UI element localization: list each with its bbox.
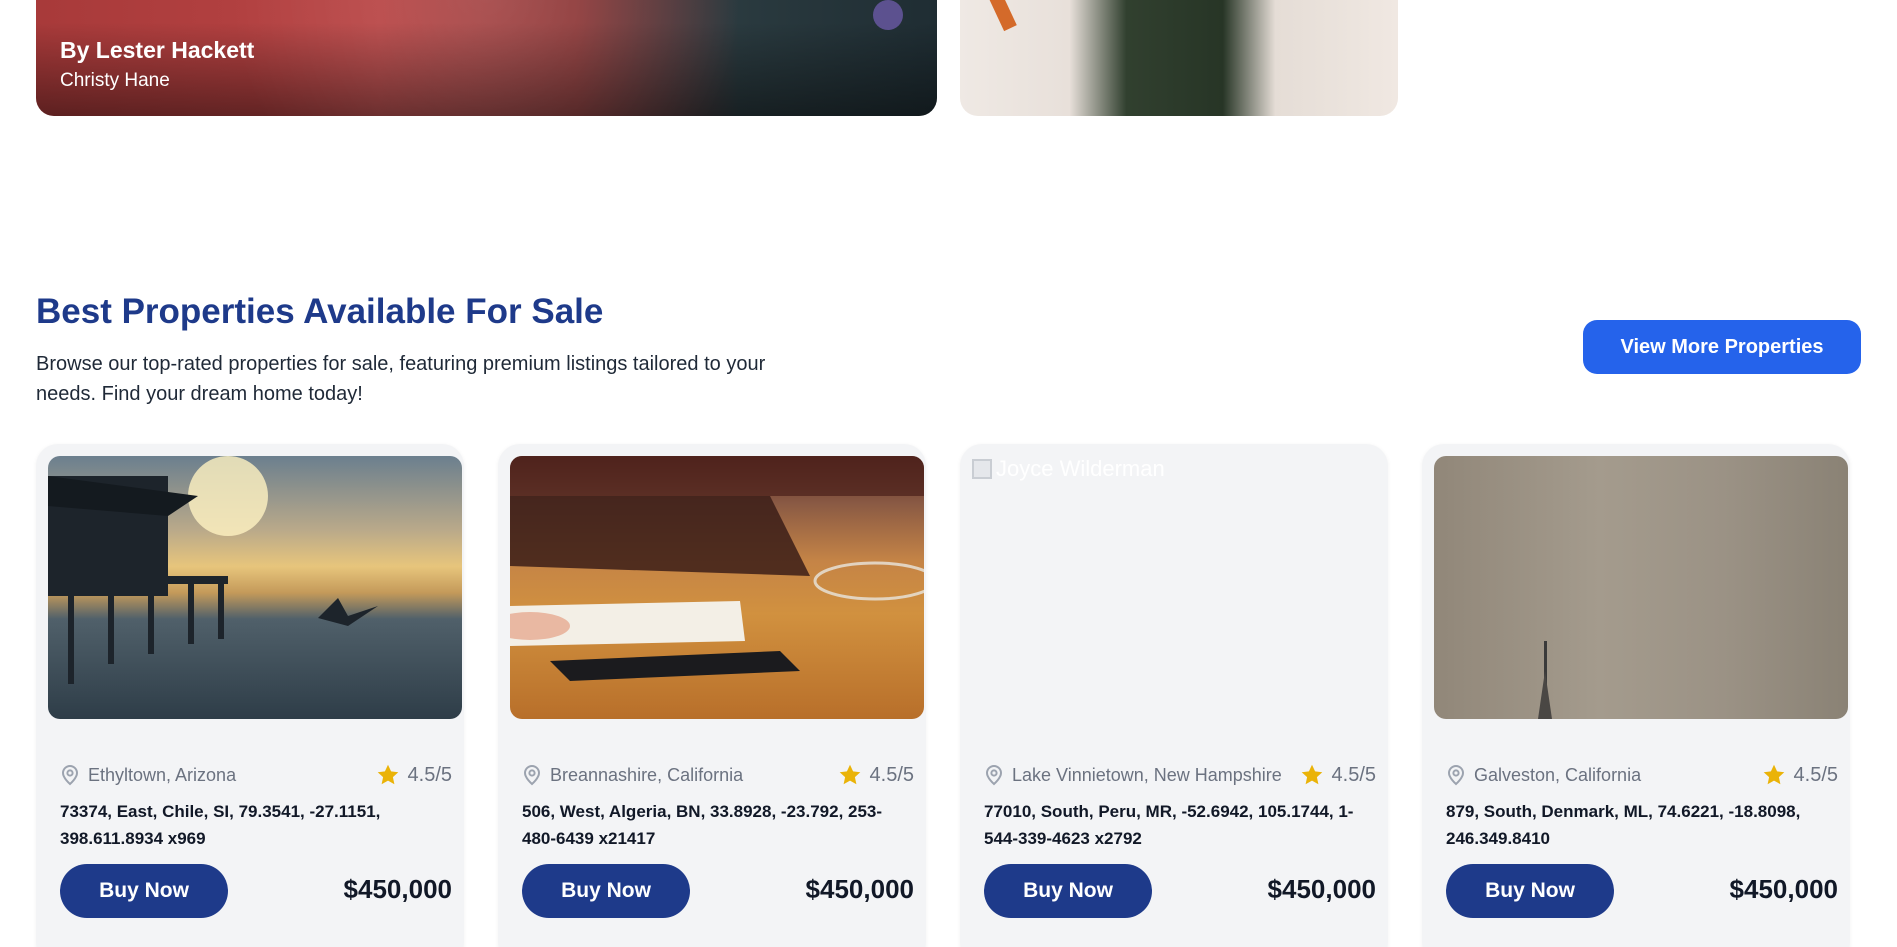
property-address: 879, South, Denmark, ML, 74.6221, -18.80…: [1446, 802, 1801, 848]
property-rating: 4.5/5: [838, 763, 914, 787]
property-location: Ethyltown, Arizona: [60, 764, 236, 786]
foggy-tower-illustration: [1538, 641, 1552, 719]
buy-now-button[interactable]: Buy Now: [1446, 864, 1614, 918]
property-meta: Ethyltown, Arizona 4.5/5: [60, 760, 452, 790]
property-rating-text: 4.5/5: [407, 763, 452, 786]
star-icon: [1301, 764, 1322, 785]
property-card: Galveston, California 4.5/5 879, South, …: [1422, 444, 1850, 947]
property-rating-text: 4.5/5: [1793, 763, 1838, 786]
map-pin-icon: [523, 764, 541, 786]
property-price: $450,000: [1267, 874, 1376, 904]
star-icon: [1763, 764, 1784, 785]
buy-now-button[interactable]: Buy Now: [60, 864, 228, 918]
property-address: 73374, East, Chile, SI, 79.3541, -27.115…: [60, 802, 381, 848]
property-meta: Lake Vinnietown, New Hampshire 4.5/5: [984, 760, 1376, 790]
map-pin-icon: [1447, 764, 1465, 786]
bokeh-decoration: [873, 0, 903, 30]
property-card: Ethyltown, Arizona 4.5/5 73374, East, Ch…: [36, 444, 464, 947]
desk-illustration: [510, 456, 924, 681]
property-location: Galveston, California: [1446, 764, 1641, 786]
property-location: Lake Vinnietown, New Hampshire: [984, 764, 1282, 786]
property-location: Breannashire, California: [522, 764, 743, 786]
featured-author: By Lester Hackett: [60, 37, 255, 63]
property-address: 506, West, Algeria, BN, 33.8928, -23.792…: [522, 802, 883, 848]
property-meta: Breannashire, California 4.5/5: [522, 760, 914, 790]
property-location-text: Ethyltown, Arizona: [88, 764, 237, 785]
map-pin-icon: [985, 764, 1003, 786]
buy-now-button[interactable]: Buy Now: [984, 864, 1152, 918]
featured-subtitle: Christy Hane: [60, 70, 170, 91]
property-price: $450,000: [343, 874, 452, 904]
view-more-properties-button[interactable]: View More Properties: [1583, 320, 1861, 374]
property-rating: 4.5/5: [1762, 763, 1838, 787]
property-price: $450,000: [1729, 874, 1838, 904]
property-rating: 4.5/5: [376, 763, 452, 787]
property-rating: 4.5/5: [1300, 763, 1376, 787]
star-icon: [839, 764, 860, 785]
star-icon: [377, 764, 398, 785]
property-card: Breannashire, California 4.5/5 506, West…: [498, 444, 926, 947]
buy-now-button[interactable]: Buy Now: [522, 864, 690, 918]
featured-card-1[interactable]: By Lester Hackett Christy Hane: [36, 0, 937, 116]
featured-caption: By Lester Hackett Christy Hane: [60, 37, 254, 92]
map-pin-icon: [61, 764, 79, 786]
property-address: 77010, South, Peru, MR, -52.6942, 105.17…: [984, 802, 1354, 848]
featured-card-2[interactable]: [960, 0, 1398, 116]
property-card: Joyce Wilderman Lake Vinnietown, New Ham…: [960, 444, 1388, 947]
property-meta: Galveston, California 4.5/5: [1446, 760, 1838, 790]
property-rating-text: 4.5/5: [1331, 763, 1376, 786]
broken-image-icon: [972, 459, 992, 479]
property-image[interactable]: [1434, 456, 1848, 719]
property-location-text: Galveston, California: [1474, 764, 1642, 785]
property-image-broken[interactable]: Joyce Wilderman: [972, 456, 1386, 719]
property-image[interactable]: [48, 456, 462, 719]
property-location-text: Lake Vinnietown, New Hampshire: [1012, 764, 1282, 785]
property-location-text: Breannashire, California: [550, 764, 744, 785]
image-alt-text: Joyce Wilderman: [996, 456, 1165, 481]
pier-sunset-illustration: [48, 456, 378, 684]
property-rating-text: 4.5/5: [869, 763, 914, 786]
section-title: Best Properties Available For Sale: [36, 292, 604, 331]
section-description: Browse our top-rated properties for sale…: [36, 353, 766, 405]
property-price: $450,000: [805, 874, 914, 904]
property-image[interactable]: [510, 456, 924, 719]
